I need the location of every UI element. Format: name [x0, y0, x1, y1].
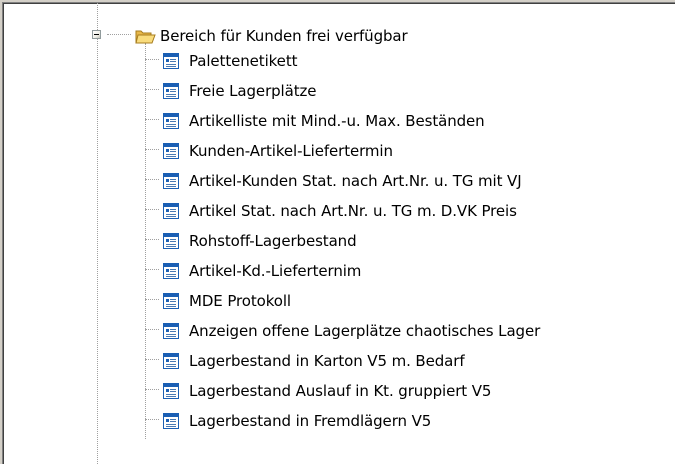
tree-connector — [145, 359, 159, 360]
report-icon — [163, 143, 179, 159]
report-icon — [163, 413, 179, 429]
report-icon — [163, 53, 179, 69]
report-icon — [163, 113, 179, 129]
tree-item-label: Lagerbestand in Fremdlägern V5 — [189, 412, 432, 430]
window-frame: Bereich für Kunden frei verfügbar Palett… — [0, 0, 675, 464]
tree-guide-line-level0 — [97, 3, 98, 464]
tree-item-freie-lagerplaetze[interactable]: Freie Lagerplätze — [163, 81, 317, 101]
tree-connector — [145, 419, 159, 420]
tree-item-label: Palettenetikett — [189, 52, 298, 70]
tree-connector — [145, 389, 159, 390]
tree-item-artikel-stat-dvk-preis[interactable]: Artikel Stat. nach Art.Nr. u. TG m. D.VK… — [163, 201, 517, 221]
report-icon — [163, 323, 179, 339]
tree-connector — [145, 59, 159, 60]
tree-view[interactable]: Bereich für Kunden frei verfügbar Palett… — [2, 2, 675, 464]
tree-item-lagerbestand-auslauf[interactable]: Lagerbestand Auslauf in Kt. gruppiert V5 — [163, 381, 491, 401]
tree-connector — [145, 239, 159, 240]
tree-item-kunden-artikel-liefertermin[interactable]: Kunden-Artikel-Liefertermin — [163, 141, 393, 161]
tree-item-label: Artikelliste mit Mind.-u. Max. Beständen — [189, 112, 485, 130]
report-icon — [163, 293, 179, 309]
open-folder-icon — [135, 30, 156, 43]
folder-label: Bereich für Kunden frei verfügbar — [160, 27, 408, 45]
tree-guide-line-level1 — [145, 43, 146, 439]
tree-item-label: Freie Lagerplätze — [189, 82, 317, 100]
tree-item-rohstoff-lagerbestand[interactable]: Rohstoff-Lagerbestand — [163, 231, 357, 251]
tree-guide-connector — [107, 34, 131, 35]
tree-connector — [145, 329, 159, 330]
report-icon — [163, 383, 179, 399]
tree-connector — [145, 89, 159, 90]
report-icon — [163, 233, 179, 249]
tree-connector — [145, 149, 159, 150]
tree-item-label: Rohstoff-Lagerbestand — [189, 232, 357, 250]
tree-item-artikelliste[interactable]: Artikelliste mit Mind.-u. Max. Beständen — [163, 111, 485, 131]
report-icon — [163, 83, 179, 99]
tree-connector — [145, 299, 159, 300]
tree-item-label: Artikel Stat. nach Art.Nr. u. TG m. D.VK… — [189, 202, 517, 220]
tree-item-anzeigen-offene-lagerplaetze[interactable]: Anzeigen offene Lagerplätze chaotisches … — [163, 321, 540, 341]
report-icon — [163, 263, 179, 279]
tree-connector — [145, 119, 159, 120]
tree-folder-node[interactable]: Bereich für Kunden frei verfügbar — [135, 26, 408, 46]
tree-item-label: Lagerbestand in Karton V5 m. Bedarf — [189, 352, 465, 370]
tree-item-artikel-kunden-stat[interactable]: Artikel-Kunden Stat. nach Art.Nr. u. TG … — [163, 171, 522, 191]
tree-connector — [145, 269, 159, 270]
tree-item-label: Anzeigen offene Lagerplätze chaotisches … — [189, 322, 541, 340]
tree-item-label: Artikel-Kunden Stat. nach Art.Nr. u. TG … — [189, 172, 522, 190]
tree-item-palettenetikett[interactable]: Palettenetikett — [163, 51, 297, 71]
tree-item-label: Artikel-Kd.-Lieferternim — [189, 262, 362, 280]
report-icon — [163, 173, 179, 189]
tree-item-mde-protokoll[interactable]: MDE Protokoll — [163, 291, 291, 311]
tree-item-label: Lagerbestand Auslauf in Kt. gruppiert V5 — [189, 382, 492, 400]
tree-item-label: MDE Protokoll — [189, 292, 291, 310]
tree-connector — [145, 209, 159, 210]
tree-item-label: Kunden-Artikel-Liefertermin — [189, 142, 393, 160]
collapse-toggle-icon[interactable] — [92, 30, 101, 39]
report-icon — [163, 203, 179, 219]
tree-item-lagerbestand-karton-bedarf[interactable]: Lagerbestand in Karton V5 m. Bedarf — [163, 351, 465, 371]
tree-item-lagerbestand-fremdlaegern[interactable]: Lagerbestand in Fremdlägern V5 — [163, 411, 431, 431]
tree-connector — [145, 179, 159, 180]
tree-item-artikel-kd-lieferternim[interactable]: Artikel-Kd.-Lieferternim — [163, 261, 361, 281]
report-icon — [163, 353, 179, 369]
